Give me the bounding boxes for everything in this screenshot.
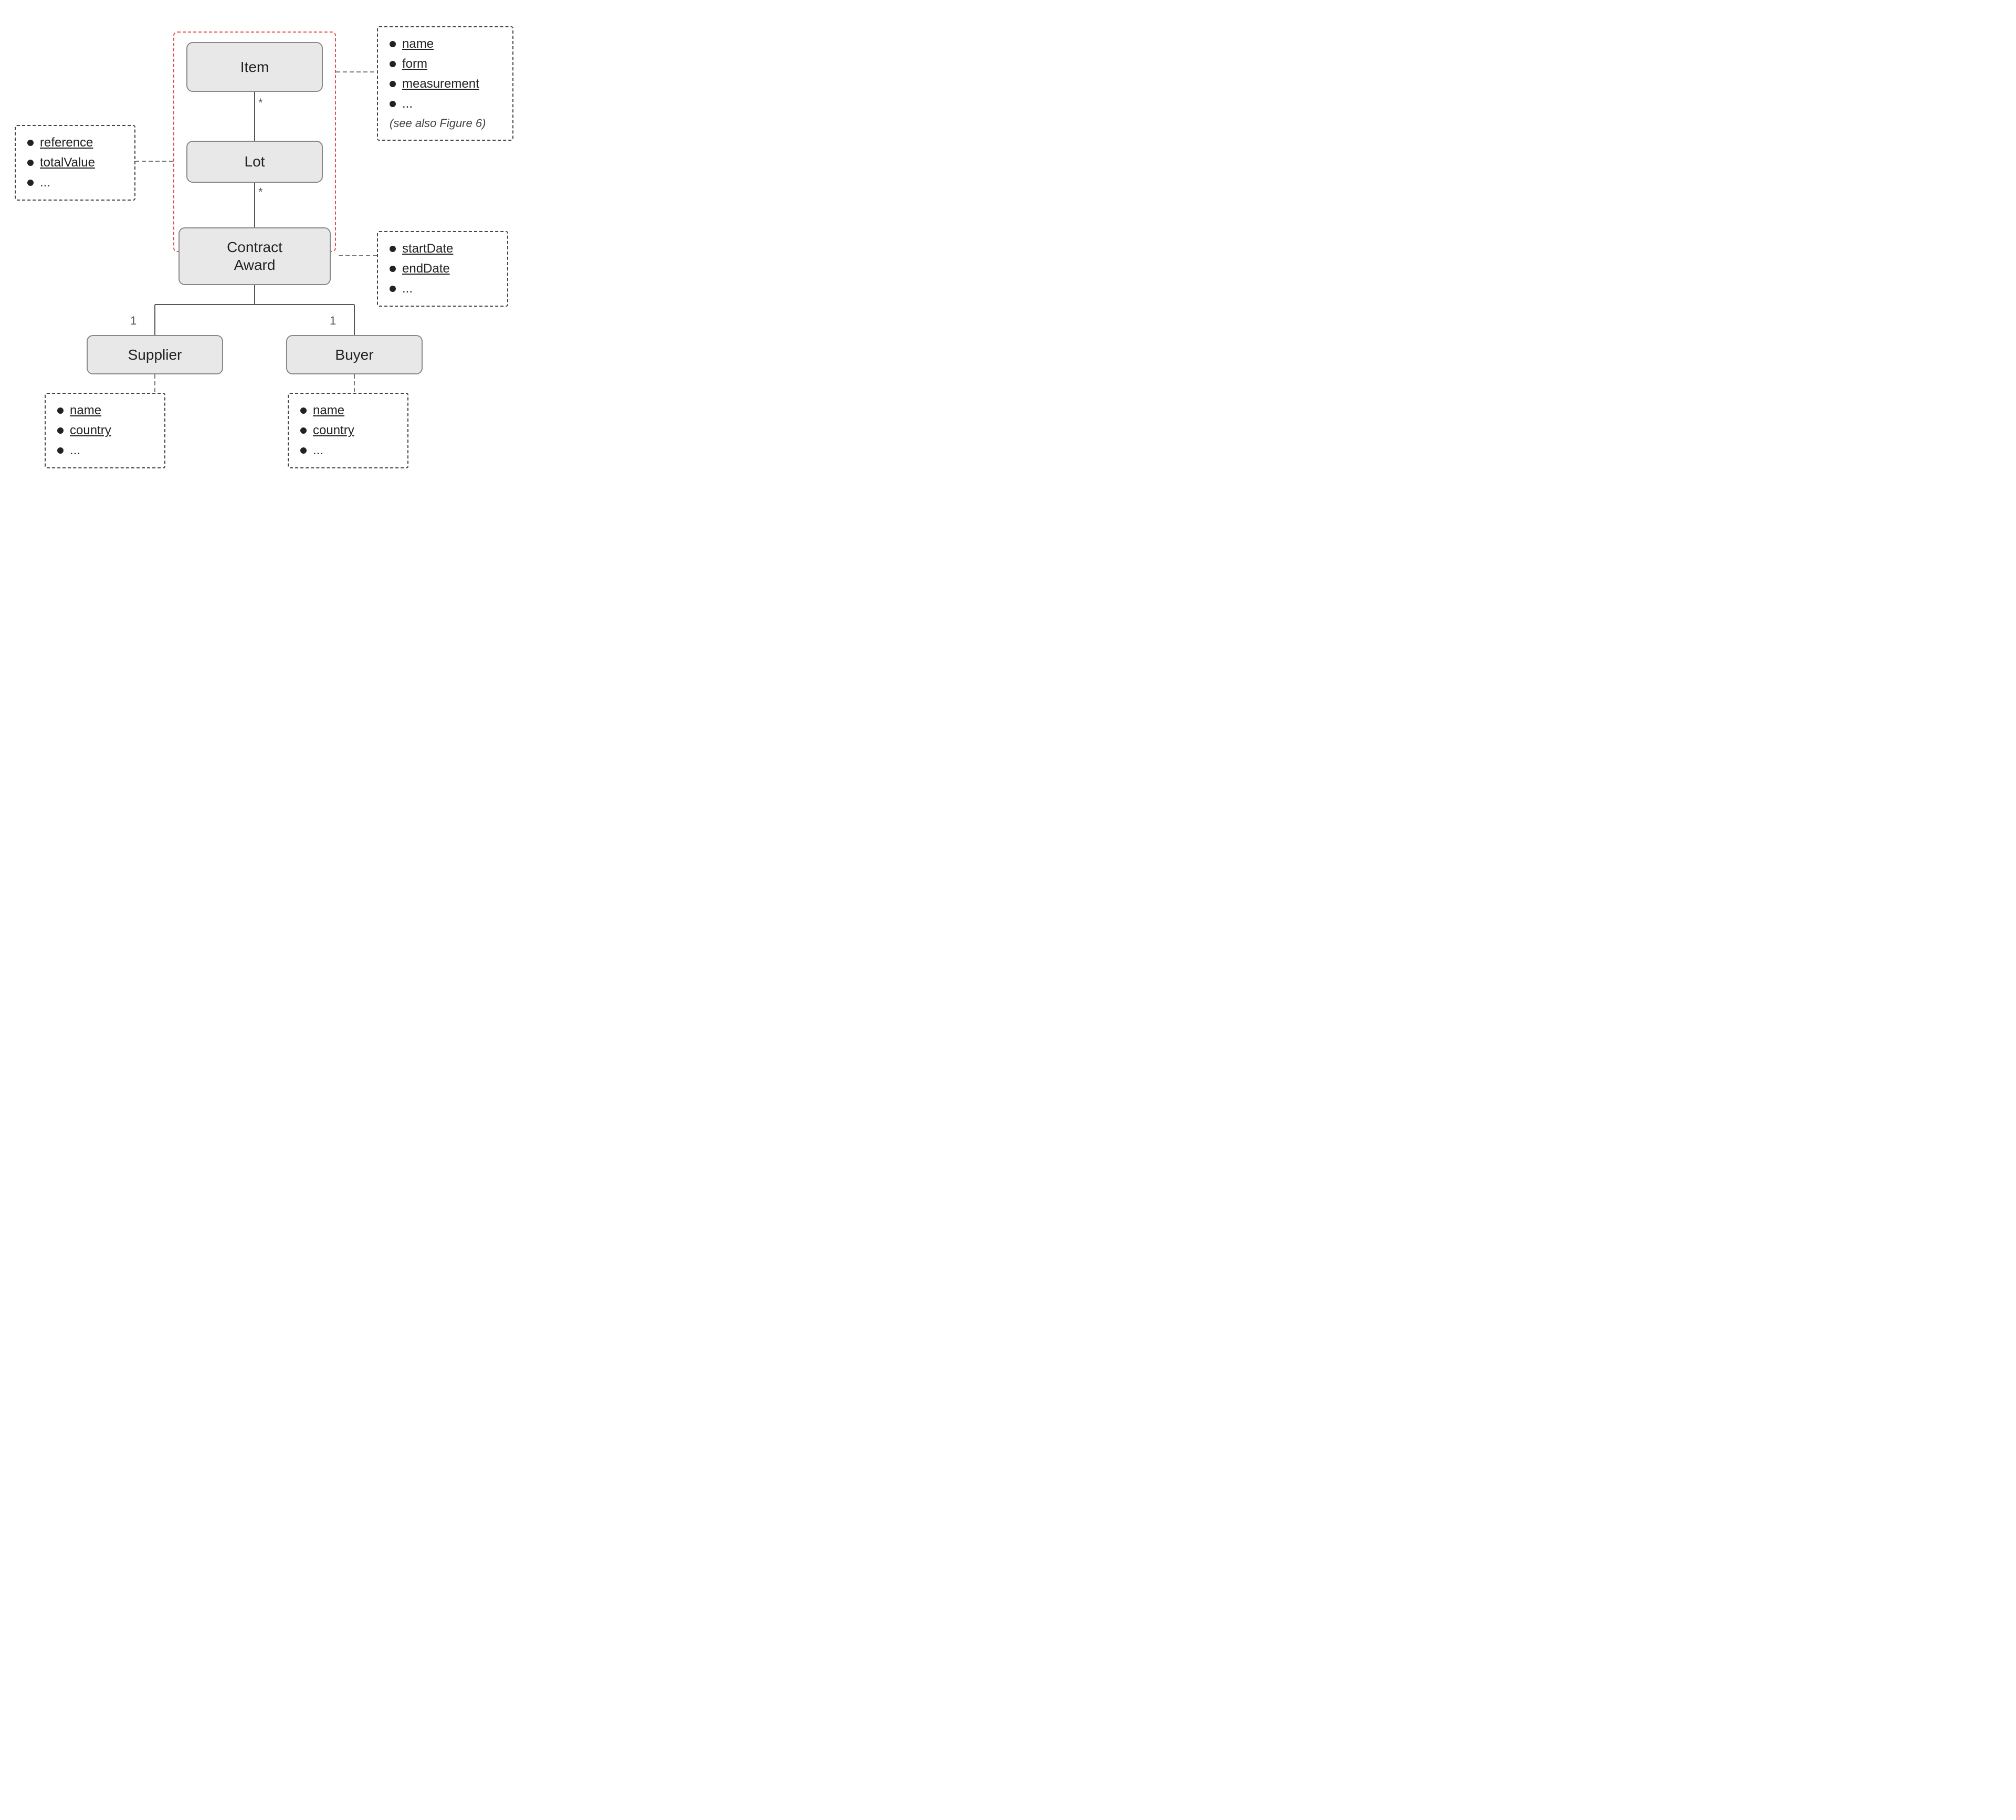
lot-attr-ellipsis: ... bbox=[27, 175, 123, 190]
ca-attr-enddate: endDate bbox=[390, 262, 496, 276]
supplier-multiplicity: 1 bbox=[130, 314, 136, 328]
supplier-attr-country: country bbox=[57, 423, 153, 438]
buyer-attr-country: country bbox=[300, 423, 396, 438]
item-attr-ellipsis: ... bbox=[390, 97, 501, 111]
buyer-attributes-box: name country ... bbox=[288, 393, 408, 468]
lot-contractaward-multiplicity: * bbox=[258, 185, 263, 199]
lot-attributes-box: reference totalValue ... bbox=[15, 125, 135, 201]
contract-award-attributes-box: startDate endDate ... bbox=[377, 231, 508, 307]
item-attributes-box: name form measurement ... (see also Figu… bbox=[377, 26, 513, 141]
ca-attr-ellipsis: ... bbox=[390, 281, 496, 296]
lot-attr-reference: reference bbox=[27, 135, 123, 150]
item-attr-measurement: measurement bbox=[390, 77, 501, 91]
buyer-multiplicity: 1 bbox=[330, 314, 336, 328]
supplier-attr-name: name bbox=[57, 403, 153, 418]
item-attr-form: form bbox=[390, 57, 501, 71]
supplier-node: Supplier bbox=[87, 335, 223, 374]
ca-attr-startdate: startDate bbox=[390, 242, 496, 256]
item-lot-multiplicity: * bbox=[258, 96, 263, 110]
buyer-attr-ellipsis: ... bbox=[300, 443, 396, 458]
lot-node: Lot bbox=[186, 141, 323, 183]
buyer-attr-name: name bbox=[300, 403, 396, 418]
supplier-attr-ellipsis: ... bbox=[57, 443, 153, 458]
lot-attr-totalvalue: totalValue bbox=[27, 155, 123, 170]
buyer-node: Buyer bbox=[286, 335, 423, 374]
item-node: Item bbox=[186, 42, 323, 92]
supplier-attributes-box: name country ... bbox=[45, 393, 165, 468]
item-attr-name: name bbox=[390, 37, 501, 51]
contract-award-node: Contract Award bbox=[178, 227, 331, 285]
diagram-container: Item * Lot * Contract Award Supplier Buy… bbox=[0, 0, 588, 455]
item-see-also: (see also Figure 6) bbox=[390, 117, 501, 130]
